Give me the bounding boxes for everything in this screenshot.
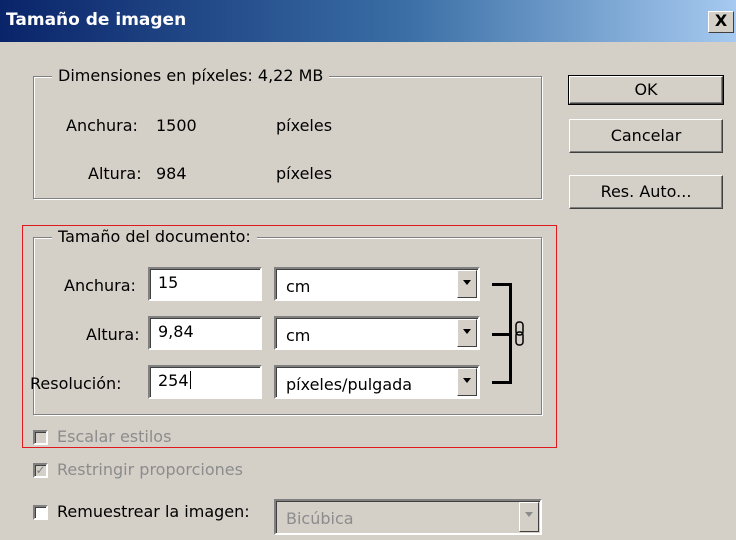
resample-method-value: Bicúbica bbox=[286, 509, 354, 528]
scale-styles-checkbox[interactable] bbox=[33, 430, 48, 445]
constrain-proportions-label: Restringir proporciones bbox=[57, 460, 243, 479]
resample-checkbox[interactable] bbox=[33, 505, 48, 520]
constrain-proportions-checkbox[interactable]: ✓ bbox=[33, 463, 48, 478]
ok-button[interactable]: OK bbox=[568, 75, 724, 105]
chevron-down-icon[interactable] bbox=[519, 502, 539, 532]
pixel-dimensions-legend: Dimensiones en píxeles: 4,22 MB bbox=[52, 66, 330, 85]
ok-button-label: OK bbox=[634, 80, 658, 99]
resample-method-select[interactable]: Bicúbica bbox=[274, 499, 542, 535]
auto-resolution-button-label: Res. Auto... bbox=[600, 182, 692, 201]
window-title: Tamaño de imagen bbox=[6, 10, 187, 30]
close-icon: X bbox=[714, 11, 728, 30]
pixel-width-unit: píxeles bbox=[276, 116, 333, 135]
cancel-button-label: Cancelar bbox=[610, 126, 682, 145]
close-button[interactable]: X bbox=[708, 11, 734, 33]
title-bar: Tamaño de imagen X bbox=[0, 0, 736, 42]
resample-label: Remuestrear la imagen: bbox=[57, 502, 250, 521]
pixel-height-value: 984 bbox=[156, 164, 187, 183]
cancel-button[interactable]: Cancelar bbox=[569, 119, 723, 153]
pixel-height-unit: píxeles bbox=[276, 164, 333, 183]
auto-resolution-button[interactable]: Res. Auto... bbox=[569, 175, 723, 209]
scale-styles-label: Escalar estilos bbox=[57, 427, 172, 446]
checkmark-icon: ✓ bbox=[35, 463, 46, 477]
pixel-height-label: Altura: bbox=[88, 164, 142, 183]
highlight-frame bbox=[22, 225, 557, 448]
pixel-width-value: 1500 bbox=[156, 116, 197, 135]
pixel-width-label: Anchura: bbox=[66, 116, 138, 135]
